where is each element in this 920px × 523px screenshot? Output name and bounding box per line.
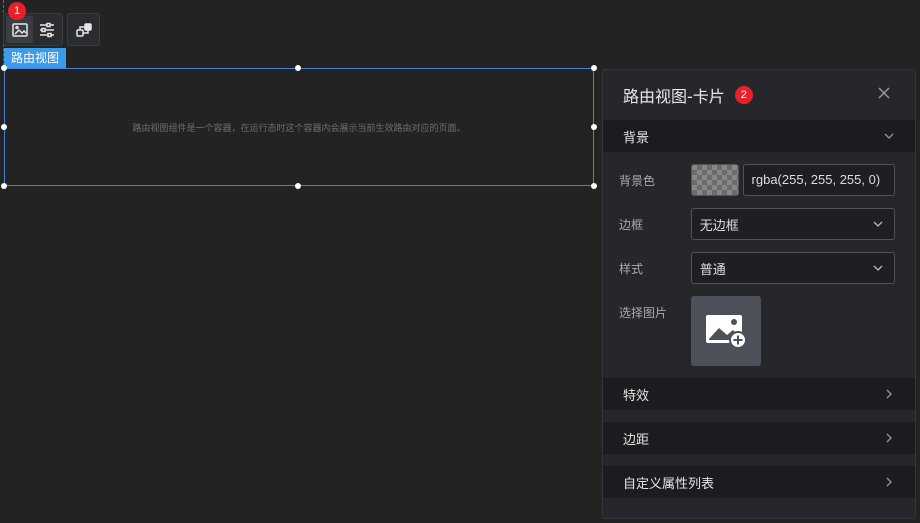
image-tool-button[interactable] [6, 16, 33, 43]
sliders-icon [39, 22, 54, 37]
section-effects-header[interactable]: 特效 [603, 378, 915, 410]
component-placeholder-text: 路由视图组件是一个容器，在运行态时这个容器内会展示当前生效路由对应的页面。 [132, 123, 466, 134]
step-badge-2: 2 [734, 86, 753, 104]
image-icon [11, 22, 28, 37]
image-label: 选择图片 [619, 306, 668, 320]
section-effects-label: 特效 [623, 388, 650, 404]
section-custom-props-header[interactable]: 自定义属性列表 [603, 466, 915, 498]
chevron-down-icon [884, 133, 894, 139]
router-view-component[interactable]: 路由视图组件是一个容器，在运行态时这个容器内会展示当前生效路由对应的页面。 [4, 68, 594, 186]
chevron-down-icon [873, 265, 883, 271]
border-label: 边框 [619, 218, 644, 232]
chevron-down-icon [873, 221, 883, 227]
step-badge-1: 1 [8, 2, 26, 20]
panel-title: 路由视图-卡片 [623, 87, 725, 106]
border-row: 边框 无边框 [603, 208, 915, 240]
bg-color-input[interactable]: rgba(255, 255, 255, 0) [742, 164, 895, 196]
chevron-right-icon [886, 477, 892, 487]
section-margin-header[interactable]: 边距 [603, 422, 915, 454]
section-background-header[interactable]: 背景 [603, 120, 915, 152]
image-picker[interactable] [691, 296, 761, 366]
resize-handle-tl[interactable] [1, 65, 7, 71]
image-row: 选择图片 [603, 296, 915, 366]
resize-handle-bm[interactable] [295, 183, 301, 189]
link-tool-button[interactable] [70, 16, 97, 43]
chevron-right-icon [886, 433, 892, 443]
add-image-icon [706, 315, 747, 349]
properties-panel: 路由视图-卡片 2 背景 背景色 rgba(255, 255, 255, 0) … [602, 69, 916, 519]
style-label: 样式 [619, 262, 644, 276]
chevron-right-icon [886, 389, 892, 399]
section-background-label: 背景 [623, 130, 650, 146]
style-select[interactable]: 普通 [690, 252, 895, 284]
section-custom-props-label: 自定义属性列表 [623, 476, 715, 492]
style-row: 样式 普通 [603, 252, 915, 284]
border-select-value: 无边框 [699, 218, 739, 234]
resize-handle-ml[interactable] [1, 124, 7, 130]
bg-color-label: 背景色 [619, 174, 656, 188]
resize-handle-br[interactable] [591, 183, 597, 189]
bg-color-row: 背景色 rgba(255, 255, 255, 0) [603, 164, 915, 196]
settings-tool-button[interactable] [33, 16, 60, 43]
style-select-value: 普通 [699, 262, 726, 278]
resize-handle-tm[interactable] [295, 65, 301, 71]
link-shapes-icon [75, 22, 92, 37]
section-margin-label: 边距 [623, 432, 650, 448]
resize-handle-bl[interactable] [1, 183, 7, 189]
resize-handle-mr[interactable] [591, 124, 597, 130]
resize-handle-tr[interactable] [591, 65, 597, 71]
component-tag[interactable]: 路由视图 [4, 48, 67, 68]
bg-color-swatch[interactable] [690, 164, 739, 196]
border-select[interactable]: 无边框 [690, 208, 895, 240]
close-icon[interactable] [877, 86, 891, 100]
tool-group-link [67, 13, 100, 46]
panel-header: 路由视图-卡片 2 [603, 70, 915, 120]
